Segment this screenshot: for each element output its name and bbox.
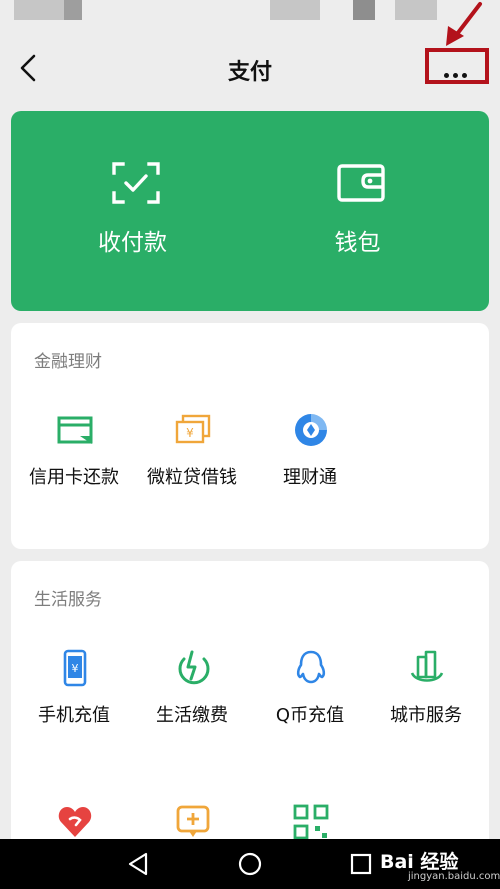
status-bar-blur [395,0,437,20]
svg-text:¥: ¥ [186,426,194,440]
system-nav-bar: Bai 经验 jingyan.baidu.com [0,839,500,889]
qq-icon [296,650,326,684]
watermark-logo: Bai 经验 [380,851,459,873]
qq-coin-tile[interactable]: Q币充值 [251,649,369,749]
life-services-panel: 生活服务 ¥ 手机充值 生活缴费 Q币充值 城市服务 [11,561,489,851]
medical-icon [176,805,210,837]
receive-pay-button[interactable]: 收付款 [13,111,252,311]
svg-text:¥: ¥ [72,662,79,675]
qr-code-icon [293,804,329,840]
tile-label: 理财通 [283,467,337,488]
receive-pay-label: 收付款 [98,230,167,256]
wallet-icon [337,164,385,202]
phone-topup-icon: ¥ [63,649,87,687]
status-bar-blur [353,0,375,20]
more-icon [444,63,471,82]
section-title: 金融理财 [34,352,102,372]
nav-home-icon[interactable] [237,851,263,877]
loan-tile[interactable]: ¥ 微粒贷借钱 [133,411,251,511]
loan-icon: ¥ [175,414,211,444]
watermark-url: jingyan.baidu.com [408,871,500,882]
credit-card-repay-tile[interactable]: 信用卡还款 [15,411,133,511]
wealth-icon [295,414,327,446]
tile-label: 城市服务 [390,705,462,726]
city-icon [410,650,444,682]
section-title: 生活服务 [34,590,102,610]
phone-topup-tile[interactable]: ¥ 手机充值 [15,649,133,749]
city-services-tile[interactable]: 城市服务 [367,649,485,749]
credit-card-icon [57,416,93,444]
annotation-arrow-icon [446,2,482,46]
status-bar-blur [14,0,64,20]
utilities-tile[interactable]: 生活缴费 [133,649,251,749]
wallet-button[interactable]: 钱包 [238,111,477,311]
tile-label: 信用卡还款 [29,467,119,488]
finance-panel: 金融理财 信用卡还款 ¥ 微粒贷借钱 理财通 [11,323,489,549]
nav-recents-icon[interactable] [348,851,374,877]
tile-label: Q币充值 [275,705,345,726]
nav-back-icon[interactable] [126,851,152,877]
utilities-icon [178,650,210,685]
tile-label: 生活缴费 [156,705,228,726]
tile-label: 微粒贷借钱 [147,467,237,488]
status-bar-blur [64,0,82,20]
status-bar-blur [270,0,320,20]
payment-card: 收付款 钱包 [11,111,489,311]
more-button[interactable] [425,48,489,84]
heart-icon [58,807,92,837]
status-bar [0,0,500,28]
scan-check-icon [112,162,160,204]
wealth-tile[interactable]: 理财通 [251,411,369,511]
wallet-label: 钱包 [334,230,381,256]
tile-label: 手机充值 [38,705,110,726]
top-navbar: 支付 [0,28,500,108]
